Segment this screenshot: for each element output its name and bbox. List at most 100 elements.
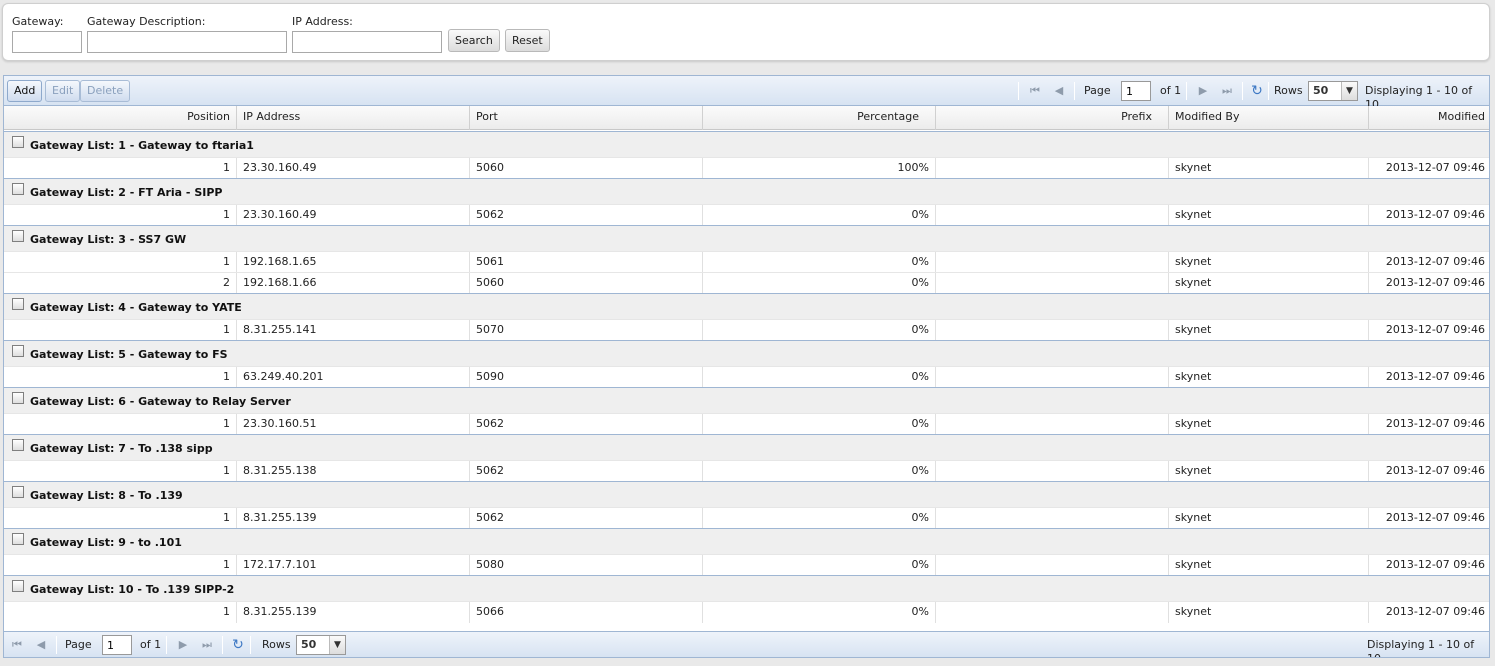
group-checkbox[interactable] bbox=[12, 580, 24, 592]
col-header-prefix[interactable]: Prefix bbox=[936, 106, 1169, 130]
cell-position: 1 bbox=[4, 205, 237, 226]
cell-prefix bbox=[936, 414, 1169, 435]
col-header-modified[interactable]: Modified bbox=[1369, 106, 1489, 130]
page-input[interactable] bbox=[1121, 81, 1151, 101]
table-row[interactable]: 1 63.249.40.201 5090 0% skynet 2013-12-07 09:… bbox=[4, 366, 1489, 388]
group-checkbox[interactable] bbox=[12, 136, 24, 148]
table-row[interactable]: 1 8.31.255.141 5070 0% skynet 2013-12-07 09:4… bbox=[4, 319, 1489, 341]
col-header-modified-by[interactable]: Modified By bbox=[1169, 106, 1369, 130]
cell-modified: 2013-12-07 09:46 bbox=[1385, 511, 1485, 524]
cell-modified: 2013-12-07 09:46 bbox=[1385, 558, 1485, 571]
cell-prefix bbox=[936, 602, 1169, 623]
cell-modified: 2013-12-07 09:46 bbox=[1385, 208, 1485, 221]
rows-select[interactable]: 50 ▼ bbox=[296, 635, 346, 655]
group-header-row[interactable]: Gateway List: 2 - FT Aria - SIPP bbox=[4, 178, 1489, 204]
page-count-label: of 1 bbox=[1160, 84, 1182, 97]
group-checkbox[interactable] bbox=[12, 183, 24, 195]
pager-separator bbox=[1018, 82, 1019, 100]
cell-modified-by: skynet bbox=[1169, 367, 1369, 388]
table-row[interactable]: 1 23.30.160.49 5062 0% skynet 2013-12-07 09:4… bbox=[4, 204, 1489, 226]
group-title: Gateway List: 5 - Gateway to FS bbox=[30, 348, 228, 361]
gateway-input[interactable] bbox=[12, 31, 82, 53]
group-header-row[interactable]: Gateway List: 4 - Gateway to YATE bbox=[4, 293, 1489, 319]
table-row[interactable]: 1 23.30.160.49 5060 100% skynet 2013-12-07 09… bbox=[4, 157, 1489, 179]
table-row[interactable]: 1 8.31.255.139 5066 0% skynet 2013-12-07 09:4… bbox=[4, 601, 1489, 623]
cell-modified-by: skynet bbox=[1169, 508, 1369, 529]
rows-select[interactable]: 50 ▼ bbox=[1308, 81, 1358, 101]
last-page-icon[interactable]: ⏭ bbox=[200, 638, 214, 652]
cell-port: 5070 bbox=[470, 320, 703, 341]
group-title: Gateway List: 10 - To .139 SIPP-2 bbox=[30, 583, 235, 596]
edit-button[interactable]: Edit bbox=[45, 80, 81, 102]
add-button[interactable]: Add bbox=[7, 80, 43, 102]
cell-modified-by: skynet bbox=[1169, 273, 1369, 294]
description-input[interactable] bbox=[87, 31, 287, 53]
ip-input[interactable] bbox=[292, 31, 442, 53]
cell-position: 1 bbox=[4, 158, 237, 179]
cell-modified: 2013-12-07 09:46 bbox=[1385, 464, 1485, 477]
last-page-icon[interactable]: ⏭ bbox=[1220, 84, 1234, 98]
cell-port: 5080 bbox=[470, 555, 703, 576]
prev-page-icon[interactable]: ◀ bbox=[34, 638, 48, 652]
cell-port: 5060 bbox=[470, 158, 703, 179]
page-input[interactable] bbox=[102, 635, 132, 655]
page-label: Page bbox=[65, 638, 92, 651]
group-checkbox[interactable] bbox=[12, 298, 24, 310]
group-header-row[interactable]: Gateway List: 9 - to .101 bbox=[4, 528, 1489, 554]
group-header-row[interactable]: Gateway List: 8 - To .139 bbox=[4, 481, 1489, 507]
cell-percentage: 0% bbox=[703, 461, 936, 482]
group-header-row[interactable]: Gateway List: 3 - SS7 GW bbox=[4, 225, 1489, 251]
group-header-row[interactable]: Gateway List: 7 - To .138 sipp bbox=[4, 434, 1489, 460]
cell-prefix bbox=[936, 555, 1169, 576]
next-page-icon[interactable]: ▶ bbox=[176, 638, 190, 652]
table-row[interactable]: 1 8.31.255.138 5062 0% skynet 2013-12-07 09:4… bbox=[4, 460, 1489, 482]
cell-prefix bbox=[936, 508, 1169, 529]
cell-ip-address: 23.30.160.49 bbox=[237, 205, 470, 226]
col-header-position[interactable]: Position bbox=[4, 106, 237, 130]
cell-modified-by: skynet bbox=[1169, 555, 1369, 576]
group-checkbox[interactable] bbox=[12, 345, 24, 357]
search-button[interactable]: Search bbox=[448, 29, 500, 52]
display-count: Displaying 1 - 10 of 10 bbox=[1367, 638, 1475, 657]
cell-port: 5090 bbox=[470, 367, 703, 388]
table-row[interactable]: 2 192.168.1.66 5060 0% skynet 2013-12-07 09:4… bbox=[4, 272, 1489, 294]
table-row[interactable]: 1 23.30.160.51 5062 0% skynet 2013-12-07 09:4… bbox=[4, 413, 1489, 435]
col-header-ip-address[interactable]: IP Address bbox=[237, 106, 470, 130]
cell-position: 1 bbox=[4, 252, 237, 273]
group-header-row[interactable]: Gateway List: 6 - Gateway to Relay Serve… bbox=[4, 387, 1489, 413]
cell-ip-address: 192.168.1.66 bbox=[237, 273, 470, 294]
refresh-icon[interactable]: ↻ bbox=[231, 638, 245, 652]
next-page-icon[interactable]: ▶ bbox=[1196, 84, 1210, 98]
group-checkbox[interactable] bbox=[12, 439, 24, 451]
group-checkbox[interactable] bbox=[12, 230, 24, 242]
page-count-label: of 1 bbox=[140, 638, 162, 651]
group-checkbox[interactable] bbox=[12, 533, 24, 545]
cell-ip-address: 23.30.160.49 bbox=[237, 158, 470, 179]
first-page-icon[interactable]: ⏮ bbox=[1028, 84, 1042, 98]
pager-separator bbox=[222, 636, 223, 654]
grid-header: Position IP Address Port Percentage Pref… bbox=[4, 106, 1489, 130]
cell-modified-by: skynet bbox=[1169, 320, 1369, 341]
description-field-group: Gateway Description: bbox=[87, 15, 287, 53]
group-header-row[interactable]: Gateway List: 1 - Gateway to ftaria1 bbox=[4, 131, 1489, 157]
table-row[interactable]: 1 192.168.1.65 5061 0% skynet 2013-12-07 09:4… bbox=[4, 251, 1489, 273]
pager-separator bbox=[1268, 82, 1269, 100]
refresh-icon[interactable]: ↻ bbox=[1250, 84, 1264, 98]
col-header-percentage[interactable]: Percentage bbox=[703, 106, 936, 130]
reset-button[interactable]: Reset bbox=[505, 29, 550, 52]
pager-separator bbox=[1074, 82, 1075, 100]
group-header-row[interactable]: Gateway List: 5 - Gateway to FS bbox=[4, 340, 1489, 366]
group-checkbox[interactable] bbox=[12, 392, 24, 404]
prev-page-icon[interactable]: ◀ bbox=[1052, 84, 1066, 98]
pager-separator bbox=[56, 636, 57, 654]
cell-ip-address: 8.31.255.141 bbox=[237, 320, 470, 341]
group-header-row[interactable]: Gateway List: 10 - To .139 SIPP-2 bbox=[4, 575, 1489, 601]
cell-position: 1 bbox=[4, 461, 237, 482]
col-header-port[interactable]: Port bbox=[470, 106, 703, 130]
delete-button[interactable]: Delete bbox=[80, 80, 131, 102]
first-page-icon[interactable]: ⏮ bbox=[10, 638, 24, 652]
pager-separator bbox=[1242, 82, 1243, 100]
table-row[interactable]: 1 172.17.7.101 5080 0% skynet 2013-12-07 09:4… bbox=[4, 554, 1489, 576]
group-checkbox[interactable] bbox=[12, 486, 24, 498]
table-row[interactable]: 1 8.31.255.139 5062 0% skynet 2013-12-07 09:4… bbox=[4, 507, 1489, 529]
